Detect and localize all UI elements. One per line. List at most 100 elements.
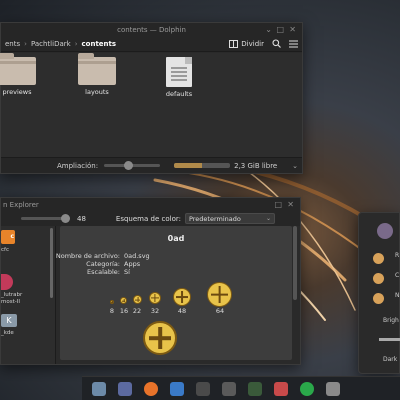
size-label: 48 [177, 307, 187, 315]
color-scheme-select[interactable]: Predeterminado ⌄ [184, 213, 275, 224]
icon-preview-8 [110, 300, 114, 304]
app-icon[interactable]: K [1, 314, 17, 327]
icon-list-label: cfc [1, 247, 9, 253]
file-label: defaults [165, 90, 193, 98]
split-button[interactable]: Dividir [229, 39, 264, 48]
color-scheme-value: Predeterminado [188, 214, 241, 223]
explorer-titlebar: n Explorer □ ✕ [1, 198, 300, 211]
chevron-down-icon: ⌄ [265, 215, 271, 222]
brightness-label: Brigh [383, 317, 399, 324]
dolphin-titlebar: contents — Dolphin ⌄ □ ✕ [1, 23, 302, 36]
icon-preview-32 [149, 292, 161, 304]
chevron-down-icon[interactable]: ⌄ [292, 162, 298, 170]
property-value: Apps [124, 260, 141, 268]
icon-preview-large [143, 321, 177, 355]
window-icon[interactable] [222, 381, 236, 396]
icon-name: 0ad [167, 234, 185, 243]
folder-icon[interactable] [170, 381, 184, 396]
window-title: n Explorer [3, 200, 39, 209]
dolphin-window: contents — Dolphin ⌄ □ ✕ ents › PachtliD… [0, 22, 303, 174]
brightness-slider[interactable] [379, 338, 400, 341]
icon-preview-48 [173, 288, 191, 306]
panel-circle-icon[interactable] [373, 273, 384, 284]
chevron-right-icon: › [24, 39, 27, 48]
size-label: 64 [215, 307, 225, 315]
property-value: 0ad.svg [124, 252, 150, 260]
free-space-bar [174, 163, 231, 168]
dark-mode-label: Dark [383, 356, 398, 363]
chevron-right-icon: › [74, 39, 78, 48]
icon-list: c cfc _lutrabr most-II K _kde [1, 226, 56, 364]
explorer-toolbar: 48 Esquema de color: Predeterminado ⌄ [1, 211, 300, 226]
maximize-icon[interactable]: □ [274, 200, 282, 209]
panel-label: R [395, 252, 400, 259]
property-key: Escalable: [87, 268, 120, 276]
app-launcher-icon[interactable] [118, 381, 132, 396]
panel-circle-icon[interactable] [373, 253, 384, 264]
window-title: contents — Dolphin [117, 25, 186, 34]
icon-preview-16 [120, 297, 127, 304]
minimize-icon[interactable]: ⌄ [265, 25, 272, 34]
maximize-icon[interactable]: □ [276, 25, 284, 34]
breadcrumb-item[interactable]: ents [5, 40, 20, 48]
firefox-icon[interactable] [144, 381, 158, 396]
property-row: Escalable: Sí [40, 268, 130, 276]
free-space-fill [174, 163, 203, 168]
breadcrumb-item[interactable]: PachtliDark [31, 40, 71, 48]
hamburger-menu-icon[interactable] [289, 40, 298, 48]
avatar[interactable] [377, 223, 393, 239]
document-icon [166, 57, 192, 87]
search-icon[interactable] [272, 39, 281, 48]
details-scrollbar[interactable] [293, 226, 297, 300]
split-button-label: Dividir [241, 39, 264, 48]
file-label: previews [2, 88, 32, 96]
size-label: 22 [132, 307, 142, 315]
close-icon[interactable]: ✕ [289, 25, 296, 34]
file-item-document[interactable]: defaults [149, 57, 209, 98]
split-view-icon [229, 39, 239, 48]
grid-icon[interactable] [248, 381, 262, 396]
size-label: 32 [150, 307, 160, 315]
icon-list-label: _kde [1, 330, 14, 336]
panel-label: C [395, 272, 400, 279]
icon-size-value: 48 [77, 214, 86, 223]
icon-preview-64 [207, 282, 232, 307]
free-space-label: 2,3 GiB libre [234, 161, 278, 170]
color-scheme-label: Esquema de color: [115, 214, 181, 223]
file-item-folder[interactable]: previews [0, 53, 47, 96]
property-value: Sí [124, 268, 130, 276]
property-row: Categoría: Apps [40, 260, 140, 268]
zoom-slider-handle[interactable] [124, 161, 134, 170]
zoom-label: Ampliación: [57, 161, 99, 170]
file-item-folder[interactable]: layouts [67, 53, 127, 96]
dolphin-statusbar: Ampliación: 2,3 GiB libre ⌄ [1, 157, 302, 173]
desktop-icon[interactable] [92, 381, 106, 396]
panel-label: N [395, 292, 400, 299]
icon-explorer-window: n Explorer □ ✕ 48 Esquema de color: Pred… [0, 197, 301, 365]
icon-details: 0ad Nombre de archivo: 0ad.svg Categoría:… [56, 226, 292, 360]
folder-icon [78, 53, 116, 85]
app-icon[interactable]: c [1, 230, 15, 244]
breadcrumb-current-label: contents [81, 39, 117, 48]
icon-size-slider[interactable] [21, 214, 70, 223]
app-icon[interactable] [1, 274, 13, 290]
panel-circle-icon[interactable] [373, 293, 384, 304]
icon-preview-22 [133, 295, 142, 304]
zoom-slider[interactable] [104, 161, 161, 170]
taskbar [82, 376, 400, 400]
terminal-icon[interactable] [196, 381, 210, 396]
folder-icon [0, 53, 36, 85]
close-icon[interactable]: ✕ [287, 200, 294, 209]
spotify-icon[interactable] [300, 381, 314, 396]
app-icon[interactable] [326, 381, 340, 396]
property-key: Categoría: [86, 260, 120, 268]
file-label: layouts [85, 88, 109, 96]
media-icon[interactable] [274, 381, 288, 396]
dolphin-toolbar: ents › PachtliDark › contents Dividir [1, 36, 302, 52]
icon-size-slider-handle[interactable] [61, 214, 70, 223]
file-view: previews layouts defaults [0, 53, 302, 157]
property-row: Nombre de archivo: 0ad.svg [40, 252, 150, 260]
breadcrumb-current[interactable]: contents [82, 40, 117, 48]
property-key: Nombre de archivo: [55, 252, 120, 260]
icon-list-label: _lutrabr most-II [1, 292, 23, 305]
